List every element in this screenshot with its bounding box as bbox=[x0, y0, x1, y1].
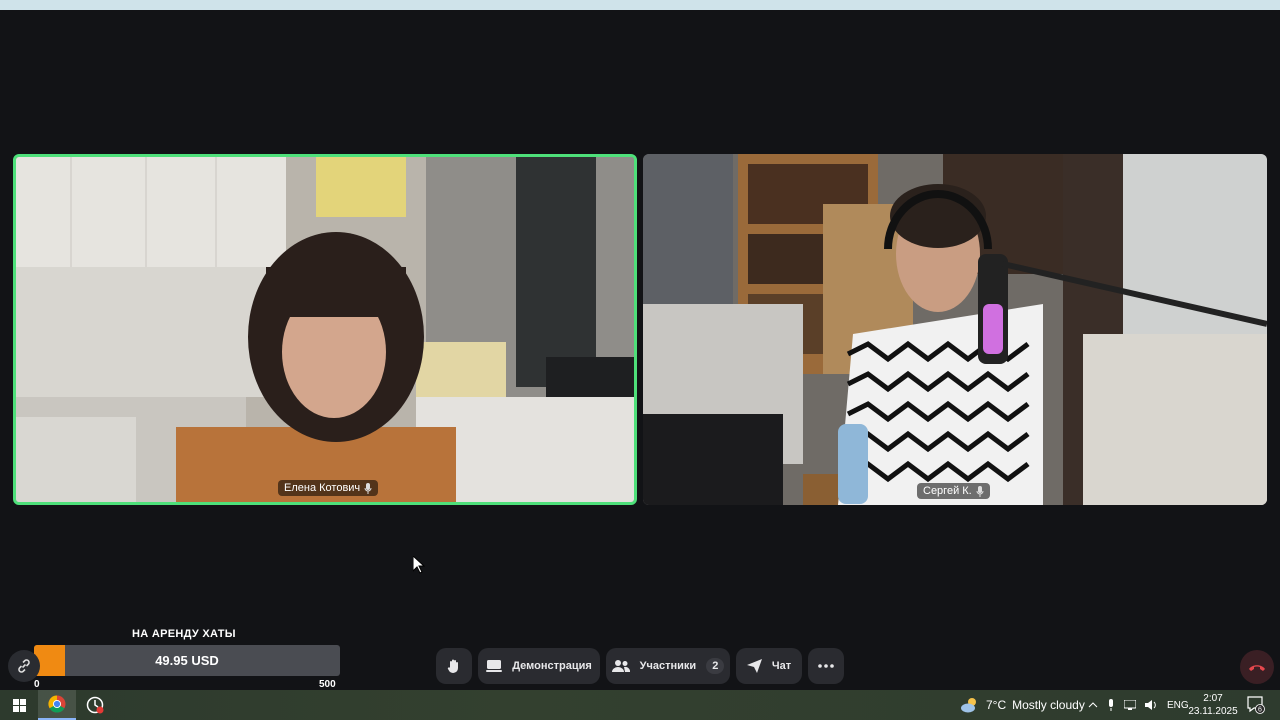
participants-label: Участники bbox=[639, 660, 697, 672]
browser-top-strip bbox=[0, 0, 1280, 10]
donation-amount: 49.95 USD bbox=[155, 653, 219, 668]
more-options-button[interactable] bbox=[808, 648, 844, 684]
weather-widget[interactable]: 7°C Mostly cloudy bbox=[960, 690, 1085, 720]
participant-name-2: Сергей К. bbox=[923, 485, 972, 497]
chat-button[interactable]: Чат bbox=[736, 648, 802, 684]
microphone-tray-icon[interactable] bbox=[1107, 699, 1115, 711]
microphone-icon bbox=[976, 485, 984, 497]
taskbar-chrome-app[interactable] bbox=[38, 690, 76, 720]
system-tray: ENG bbox=[1088, 690, 1189, 720]
participants-icon bbox=[611, 660, 630, 672]
participant-name-1: Елена Котович bbox=[284, 482, 361, 494]
hand-icon bbox=[447, 659, 458, 673]
notification-icon: 6 bbox=[1247, 696, 1265, 714]
participant-name-tag-2: Сергей К. bbox=[917, 483, 990, 499]
partly-cloudy-icon bbox=[961, 698, 976, 713]
chat-label: Чат bbox=[771, 660, 792, 672]
volume-icon[interactable] bbox=[1145, 700, 1158, 710]
notification-center-button[interactable]: 6 bbox=[1247, 696, 1265, 714]
raise-hand-button[interactable] bbox=[436, 648, 472, 684]
more-dots-icon bbox=[818, 664, 834, 668]
send-icon bbox=[746, 659, 762, 673]
taskbar-clock[interactable]: 2:07 23.11.2025 bbox=[1186, 692, 1240, 718]
hang-up-icon bbox=[1249, 664, 1265, 671]
screen-share-button[interactable]: Демонстрация bbox=[478, 648, 600, 684]
screen-share-icon bbox=[486, 660, 503, 672]
clock-time: 2:07 bbox=[1203, 693, 1223, 704]
start-button[interactable] bbox=[0, 690, 38, 720]
participant-tile-2[interactable]: Сергей К. bbox=[643, 154, 1267, 505]
participant-name-tag-1: Елена Котович bbox=[278, 480, 379, 496]
notification-count: 6 bbox=[1258, 707, 1262, 714]
chevron-up-icon[interactable] bbox=[1088, 702, 1098, 708]
copy-link-button[interactable] bbox=[8, 650, 40, 682]
weather-temp: 7°C bbox=[986, 698, 1007, 712]
weather-text: Mostly cloudy bbox=[1012, 698, 1085, 712]
taskbar-app-2[interactable] bbox=[76, 690, 114, 720]
windows-taskbar: 7°C Mostly cloudy ENG 2:07 23.11.2025 6 bbox=[0, 690, 1280, 720]
app-clock-icon bbox=[86, 696, 104, 714]
participants-count-badge: 2 bbox=[706, 658, 725, 674]
clock-date: 23.11.2025 bbox=[1188, 706, 1238, 717]
donation-max: 500 bbox=[319, 679, 336, 690]
chrome-icon bbox=[48, 695, 66, 713]
link-icon bbox=[18, 659, 30, 673]
participant-video-2 bbox=[643, 154, 1267, 505]
screen-share-label: Демонстрация bbox=[512, 660, 592, 672]
participant-tile-1[interactable]: Елена Котович bbox=[13, 154, 637, 505]
donation-title: НА АРЕНДУ ХАТЫ bbox=[132, 628, 236, 640]
windows-logo-icon bbox=[12, 698, 26, 712]
participant-video-1 bbox=[16, 157, 634, 502]
donation-min: 0 bbox=[34, 679, 40, 690]
donation-progress-bar: 49.95 USD bbox=[34, 645, 340, 676]
participants-button[interactable]: Участники 2 bbox=[606, 648, 730, 684]
microphone-icon bbox=[364, 482, 372, 494]
end-call-button[interactable] bbox=[1240, 650, 1274, 684]
network-icon[interactable] bbox=[1124, 700, 1136, 710]
mouse-cursor-icon bbox=[413, 556, 425, 574]
